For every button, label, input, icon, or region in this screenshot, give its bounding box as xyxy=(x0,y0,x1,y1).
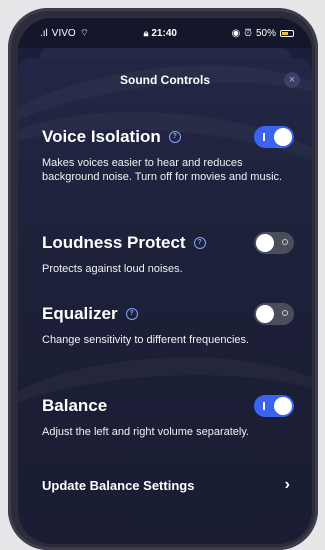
setting-title: Loudness Protect xyxy=(42,233,186,252)
close-icon: × xyxy=(288,74,296,86)
location-icon: ◉ xyxy=(231,27,241,39)
toggle-off-mark xyxy=(282,239,288,245)
signal-icon: .ıl xyxy=(40,27,48,39)
balance-toggle[interactable] xyxy=(254,395,294,417)
carrier-label: VIVO xyxy=(51,27,76,39)
equalizer-toggle[interactable] xyxy=(254,303,294,325)
setting-voice-isolation: Voice Isolation ? Makes voices easier to… xyxy=(42,126,294,184)
battery-icon xyxy=(280,29,294,37)
screen: .ıl VIVO ⌔ 🔒︎ 21:40 ◉ ⏰︎ 50% Sound Contr… xyxy=(18,18,312,544)
setting-balance: Balance Adjust the left and right volume… xyxy=(42,395,294,439)
link-label: Update Balance Settings xyxy=(42,477,195,493)
info-icon[interactable]: ? xyxy=(125,308,138,320)
setting-equalizer: Equalizer ? Change sensitivity to differ… xyxy=(42,303,294,347)
toggle-off-mark xyxy=(282,310,288,316)
wifi-icon: ⌔ xyxy=(79,27,90,39)
info-icon[interactable]: ? xyxy=(168,131,181,143)
toggle-knob xyxy=(256,305,274,323)
chevron-right-icon: › xyxy=(284,476,290,493)
setting-title: Voice Isolation xyxy=(42,127,161,146)
battery-percent: 50% xyxy=(255,27,276,39)
setting-description: Change sensitivity to different frequenc… xyxy=(42,334,250,346)
alarm-icon: ⏰︎ xyxy=(244,27,252,39)
toggle-on-mark xyxy=(263,133,265,141)
setting-loudness-protect: Loudness Protect ? Protects against loud… xyxy=(42,232,294,276)
setting-title: Balance xyxy=(42,396,108,415)
toggle-knob xyxy=(274,397,292,415)
setting-description: Protects against loud noises. xyxy=(42,263,183,275)
lock-icon: 🔒︎ xyxy=(143,27,149,38)
close-button[interactable]: × xyxy=(284,72,300,88)
setting-description: Adjust the left and right volume separat… xyxy=(42,426,250,438)
clock-time: 21:40 xyxy=(151,27,177,39)
update-balance-settings-link[interactable]: Update Balance Settings › xyxy=(42,476,290,494)
setting-title: Equalizer xyxy=(42,304,118,323)
toggle-knob xyxy=(256,234,274,252)
info-icon[interactable]: ? xyxy=(193,237,206,249)
loudness-protect-toggle[interactable] xyxy=(254,232,294,254)
voice-isolation-toggle[interactable] xyxy=(254,126,294,148)
toggle-on-mark xyxy=(263,402,265,410)
sound-controls-sheet: Sound Controls × Voice Isolation ? Makes… xyxy=(18,58,312,544)
phone-frame: .ıl VIVO ⌔ 🔒︎ 21:40 ◉ ⏰︎ 50% Sound Contr… xyxy=(8,8,318,550)
status-bar: .ıl VIVO ⌔ 🔒︎ 21:40 ◉ ⏰︎ 50% xyxy=(18,18,312,48)
toggle-knob xyxy=(274,128,292,146)
sheet-title: Sound Controls xyxy=(120,73,210,87)
setting-description: Makes voices easier to hear and reduces … xyxy=(42,157,283,183)
